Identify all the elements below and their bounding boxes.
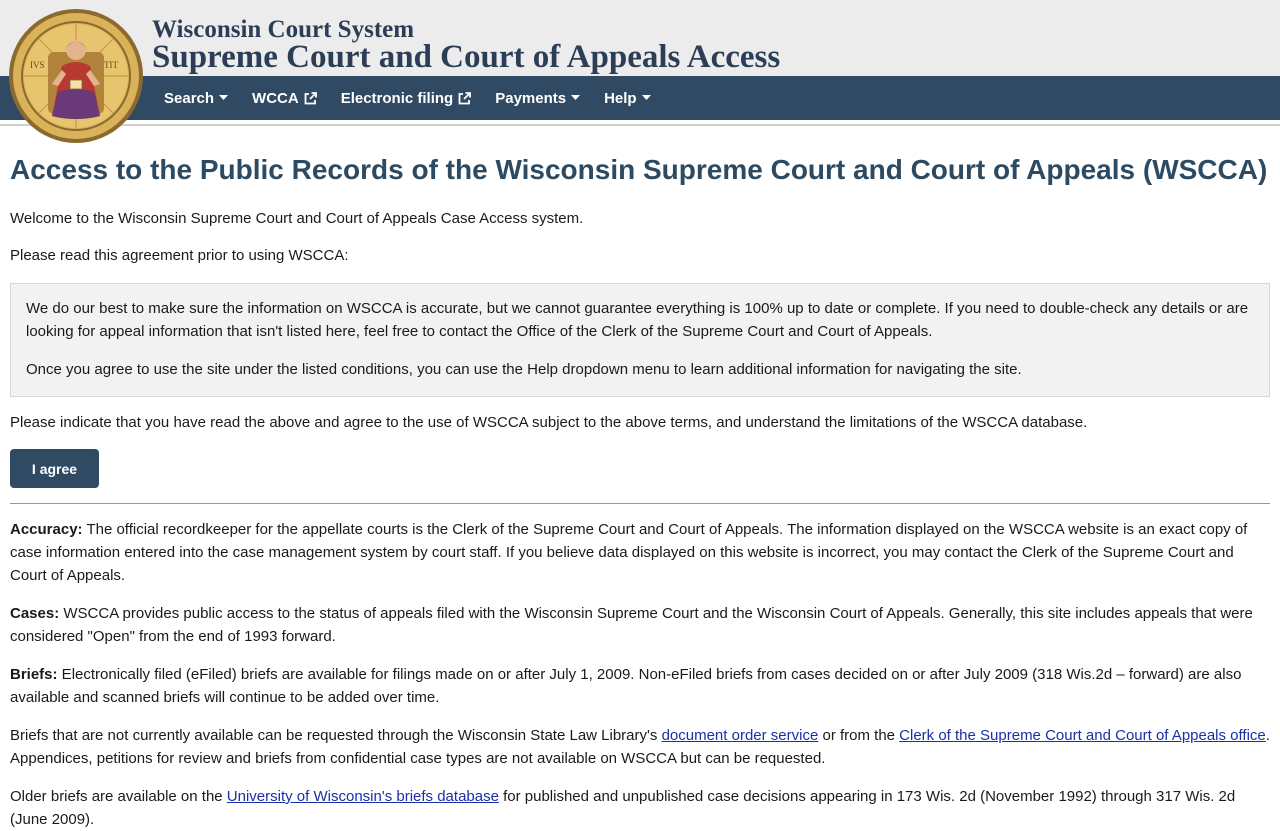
svg-text:TIT: TIT: [104, 60, 118, 70]
nav-search-label: Search: [164, 89, 215, 107]
main-content: Access to the Public Records of the Wisc…: [10, 150, 1270, 831]
nav-wcca-label: WCCA: [252, 89, 299, 107]
court-seal-logo[interactable]: IVS TIT: [8, 8, 144, 144]
nav-electronic-filing-label: Electronic filing: [340, 89, 454, 107]
accuracy-label: Accuracy:: [10, 521, 83, 538]
divider: [10, 503, 1270, 504]
request-text-mid: or from the: [818, 727, 900, 744]
older-text-pre: Older briefs are available on the: [10, 788, 227, 805]
agreement-notice: We do our best to make sure the informat…: [10, 283, 1270, 397]
nav-search[interactable]: Search: [152, 76, 240, 120]
briefs-paragraph: Briefs: Electronically filed (eFiled) br…: [10, 663, 1270, 709]
uw-briefs-database-link[interactable]: University of Wisconsin's briefs databas…: [227, 788, 499, 805]
cases-label: Cases:: [10, 605, 60, 622]
site-title[interactable]: Supreme Court and Court of Appeals Acces…: [152, 39, 780, 75]
request-paragraph: Briefs that are not currently available …: [10, 724, 1270, 770]
request-text-pre: Briefs that are not currently available …: [10, 727, 662, 744]
cases-text: WSCCA provides public access to the stat…: [10, 605, 1253, 645]
nav-help-label: Help: [604, 89, 637, 107]
nav-electronic-filing[interactable]: Electronic filing: [329, 76, 484, 120]
header-banner: Wisconsin Court System Supreme Court and…: [0, 0, 1280, 76]
i-agree-button[interactable]: I agree: [10, 449, 99, 488]
page-title: Access to the Public Records of the Wisc…: [10, 154, 1268, 185]
caret-down-icon: [641, 95, 651, 100]
older-briefs-paragraph: Older briefs are available on the Univer…: [10, 785, 1270, 831]
welcome-text: Welcome to the Wisconsin Supreme Court a…: [10, 210, 584, 227]
caret-down-icon: [219, 95, 229, 100]
external-link-icon: [458, 91, 472, 104]
accuracy-paragraph: Accuracy: The official recordkeeper for …: [10, 518, 1270, 587]
info-section: Accuracy: The official recordkeeper for …: [10, 518, 1270, 831]
caret-down-icon: [571, 95, 581, 100]
briefs-label: Briefs:: [10, 666, 58, 683]
accuracy-text: The official recordkeeper for the appell…: [10, 521, 1248, 584]
notice-paragraph-1: We do our best to make sure the informat…: [26, 300, 1249, 340]
nav-wcca[interactable]: WCCA: [240, 76, 329, 120]
svg-text:IVS: IVS: [30, 60, 45, 70]
cases-paragraph: Cases: WSCCA provides public access to t…: [10, 602, 1270, 648]
main-nav: Search WCCA Electronic filing Payments H…: [152, 76, 663, 120]
nav-help[interactable]: Help: [592, 76, 663, 120]
notice-paragraph-2: Once you agree to use the site under the…: [26, 361, 1022, 378]
nav-payments[interactable]: Payments: [483, 76, 592, 120]
nav-payments-label: Payments: [495, 89, 567, 107]
clerk-office-link[interactable]: Clerk of the Supreme Court and Court of …: [899, 727, 1266, 744]
external-link-icon: [304, 91, 317, 104]
briefs-text: Electronically filed (eFiled) briefs are…: [10, 666, 1242, 706]
document-order-service-link[interactable]: document order service: [662, 727, 819, 744]
agreement-instruction: Please indicate that you have read the a…: [10, 414, 1088, 431]
read-prompt: Please read this agreement prior to usin…: [10, 247, 349, 264]
